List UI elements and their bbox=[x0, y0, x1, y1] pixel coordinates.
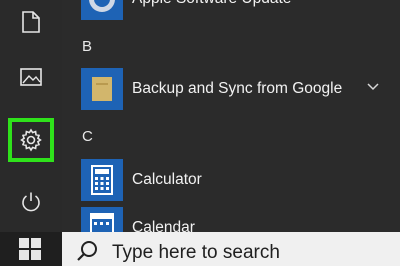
pictures-button[interactable] bbox=[6, 55, 56, 99]
app-label: Calendar bbox=[132, 219, 195, 232]
app-backup-and-sync[interactable]: Backup and Sync from Google bbox=[62, 68, 400, 112]
documents-button[interactable] bbox=[6, 0, 56, 44]
document-icon bbox=[22, 11, 40, 33]
app-calculator[interactable]: Calculator bbox=[62, 159, 400, 203]
chevron-down-icon[interactable] bbox=[366, 82, 380, 92]
power-icon bbox=[22, 192, 40, 212]
apple-software-update-icon bbox=[81, 0, 123, 20]
app-apple-software-update[interactable]: Apple Software Update bbox=[62, 0, 400, 22]
windows-logo-icon bbox=[19, 238, 41, 260]
app-list: Apple Software Update B Backup and Sync … bbox=[62, 0, 400, 232]
picture-icon bbox=[20, 68, 42, 86]
power-button[interactable] bbox=[6, 180, 56, 224]
search-box[interactable]: Type here to search bbox=[62, 232, 400, 266]
app-label: Backup and Sync from Google bbox=[132, 80, 343, 97]
gear-icon bbox=[20, 128, 42, 152]
taskbar: Type here to search bbox=[0, 232, 400, 266]
start-menu-left-rail bbox=[0, 0, 62, 232]
letter-header-c[interactable]: C bbox=[82, 128, 93, 145]
app-label: Calculator bbox=[132, 171, 202, 188]
calculator-icon bbox=[81, 159, 123, 201]
app-calendar[interactable]: Calendar bbox=[62, 207, 400, 232]
app-label: Apple Software Update bbox=[132, 0, 291, 20]
search-placeholder: Type here to search bbox=[112, 242, 280, 263]
settings-button[interactable] bbox=[8, 118, 54, 162]
search-icon bbox=[77, 241, 97, 261]
calendar-icon bbox=[81, 207, 123, 232]
backup-sync-icon bbox=[81, 68, 123, 110]
letter-header-b[interactable]: B bbox=[82, 38, 92, 55]
start-button[interactable] bbox=[0, 232, 60, 266]
